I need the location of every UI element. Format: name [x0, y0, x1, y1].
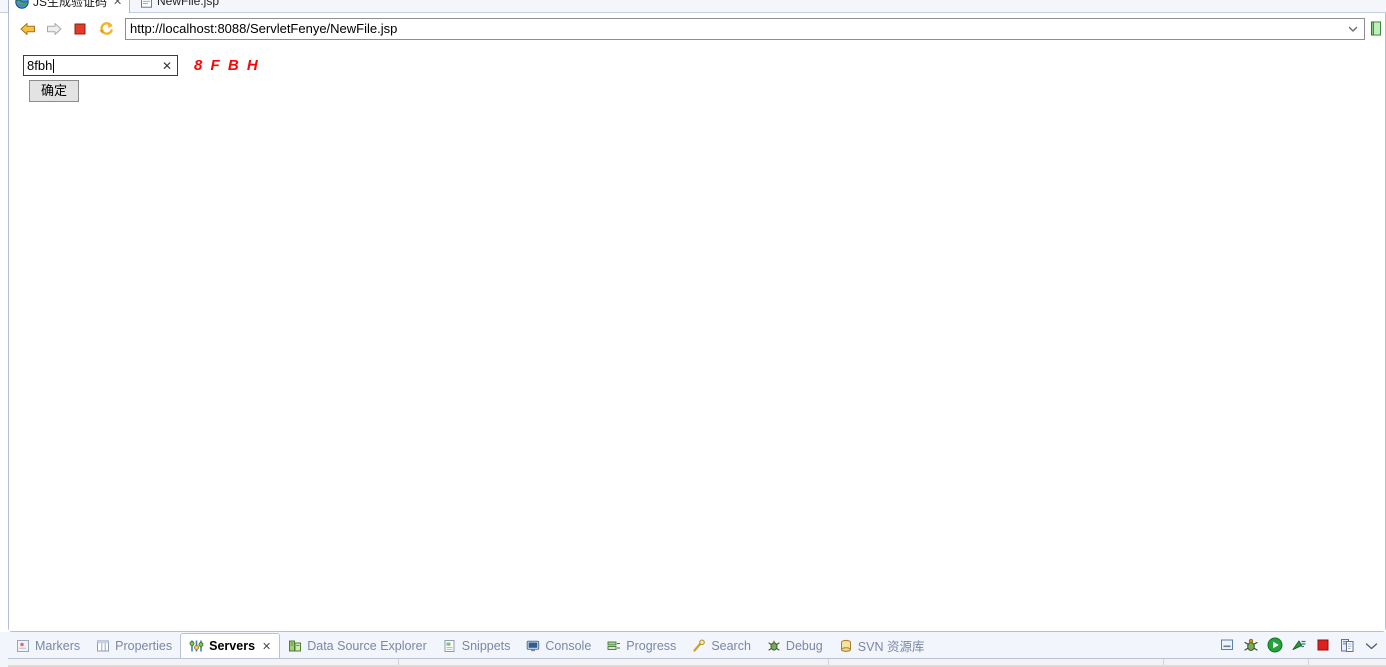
back-arrow-icon	[19, 21, 37, 37]
servers-view-body	[8, 658, 1386, 667]
data-source-explorer-icon	[288, 639, 302, 653]
editor-tab-strip: JS生成验证码 ✕ NewFile.jsp	[0, 0, 1386, 13]
debug-icon	[767, 639, 781, 653]
url-combo[interactable]: http://localhost:8088/ServletFenye/NewFi…	[125, 17, 1365, 40]
search-icon	[692, 639, 706, 653]
view-tab-label: Debug	[785, 638, 823, 653]
view-tab-label: SVN 资源库	[857, 640, 925, 654]
bookmarks-button[interactable]	[1369, 16, 1383, 41]
properties-icon	[96, 639, 110, 653]
debug-server-button[interactable]	[1240, 634, 1262, 656]
servers-icon	[189, 639, 204, 653]
clear-input-icon[interactable]: ✕	[162, 60, 172, 72]
view-tab-data-source-explorer[interactable]: Data Source Explorer	[280, 633, 435, 658]
minimize-view-button[interactable]	[1216, 634, 1238, 656]
view-tab-debug[interactable]: Debug	[759, 633, 831, 658]
view-tab-servers[interactable]: Servers ✕	[180, 633, 281, 658]
view-tab-label: Data Source Explorer	[307, 638, 427, 653]
captcha-code-text: 8 F B H	[194, 57, 260, 74]
editor-tab-newfile-jsp[interactable]: NewFile.jsp	[134, 0, 238, 13]
back-button[interactable]	[15, 16, 41, 41]
captcha-input-value[interactable]: 8fbh	[24, 56, 52, 75]
view-tab-label: Snippets	[461, 638, 511, 653]
forward-arrow-icon	[45, 21, 63, 37]
view-tab-label: Console	[545, 638, 592, 653]
bookmark-icon	[1370, 21, 1382, 37]
url-dropdown-button[interactable]	[1342, 19, 1364, 39]
run-green-icon	[1267, 637, 1283, 653]
url-input[interactable]: http://localhost:8088/ServletFenye/NewFi…	[126, 21, 1342, 36]
text-caret	[53, 58, 55, 73]
editor-tab-label: NewFile.jsp	[157, 0, 220, 8]
internal-web-browser: http://localhost:8088/ServletFenye/NewFi…	[8, 13, 1386, 632]
column-separator[interactable]	[1308, 659, 1309, 665]
view-tab-label: Markers	[35, 638, 81, 653]
view-tab-label: Servers	[209, 639, 256, 653]
captcha-input-wrapper[interactable]: 8fbh ✕	[23, 55, 178, 76]
jsp-file-icon	[140, 0, 153, 8]
stop-icon	[73, 22, 87, 36]
stop-red-icon	[1316, 638, 1330, 652]
view-tab-snippets[interactable]: Snippets	[435, 633, 519, 658]
profile-server-button[interactable]	[1288, 634, 1310, 656]
debug-bug-icon	[1243, 638, 1259, 653]
stop-server-button[interactable]	[1312, 634, 1334, 656]
view-tab-properties[interactable]: Properties	[88, 633, 180, 658]
chevron-down-icon	[1365, 641, 1378, 650]
servers-table-header	[8, 659, 1386, 666]
chevron-down-icon	[1348, 25, 1358, 33]
view-tab-label: Properties	[115, 638, 173, 653]
progress-icon	[607, 639, 621, 653]
minimize-icon	[1220, 638, 1235, 652]
editor-tab-label: JS生成验证码	[33, 0, 108, 9]
view-tab-label: Search	[711, 638, 751, 653]
profile-icon	[1291, 638, 1307, 653]
captcha-form-row: 8fbh ✕ 8 F B H	[23, 55, 260, 76]
column-separator[interactable]	[1163, 659, 1164, 665]
submit-button[interactable]: 确定	[29, 80, 79, 102]
start-server-button[interactable]	[1264, 634, 1286, 656]
bottom-view-stack: Markers Properties Servers ✕ Data Source…	[0, 632, 1386, 667]
view-tab-progress[interactable]: Progress	[599, 633, 684, 658]
editor-tab-js-captcha[interactable]: JS生成验证码 ✕	[8, 0, 130, 13]
stop-button[interactable]	[67, 16, 93, 41]
markers-icon	[16, 639, 30, 653]
view-tab-bar: Markers Properties Servers ✕ Data Source…	[8, 632, 932, 658]
view-menu-button[interactable]	[1360, 634, 1382, 656]
forward-button[interactable]	[41, 16, 67, 41]
browser-page-content: 8fbh ✕ 8 F B H 确定	[9, 44, 1385, 631]
refresh-icon	[98, 21, 115, 37]
close-icon[interactable]: ✕	[262, 641, 271, 652]
view-toolbar	[1216, 632, 1382, 658]
view-stack-left-rail	[0, 632, 8, 667]
svn-repository-icon	[839, 639, 853, 653]
view-tab-svn-repository[interactable]: SVN 资源库	[831, 633, 933, 658]
publish-button[interactable]	[1336, 634, 1358, 656]
view-tab-search[interactable]: Search	[684, 633, 759, 658]
close-icon[interactable]: ✕	[113, 0, 122, 7]
snippets-icon	[443, 639, 457, 653]
globe-icon	[15, 0, 29, 9]
console-icon	[526, 639, 540, 653]
view-tab-console[interactable]: Console	[518, 633, 599, 658]
eclipse-window: JS生成验证码 ✕ NewFile.jsp http://localhost:8…	[0, 0, 1386, 667]
view-tab-label: Progress	[626, 638, 677, 653]
view-tab-markers[interactable]: Markers	[8, 633, 88, 658]
browser-toolbar: http://localhost:8088/ServletFenye/NewFi…	[9, 13, 1385, 44]
refresh-button[interactable]	[93, 16, 119, 41]
column-separator[interactable]	[398, 659, 399, 665]
column-separator[interactable]	[828, 659, 829, 665]
publish-icon	[1340, 638, 1355, 653]
